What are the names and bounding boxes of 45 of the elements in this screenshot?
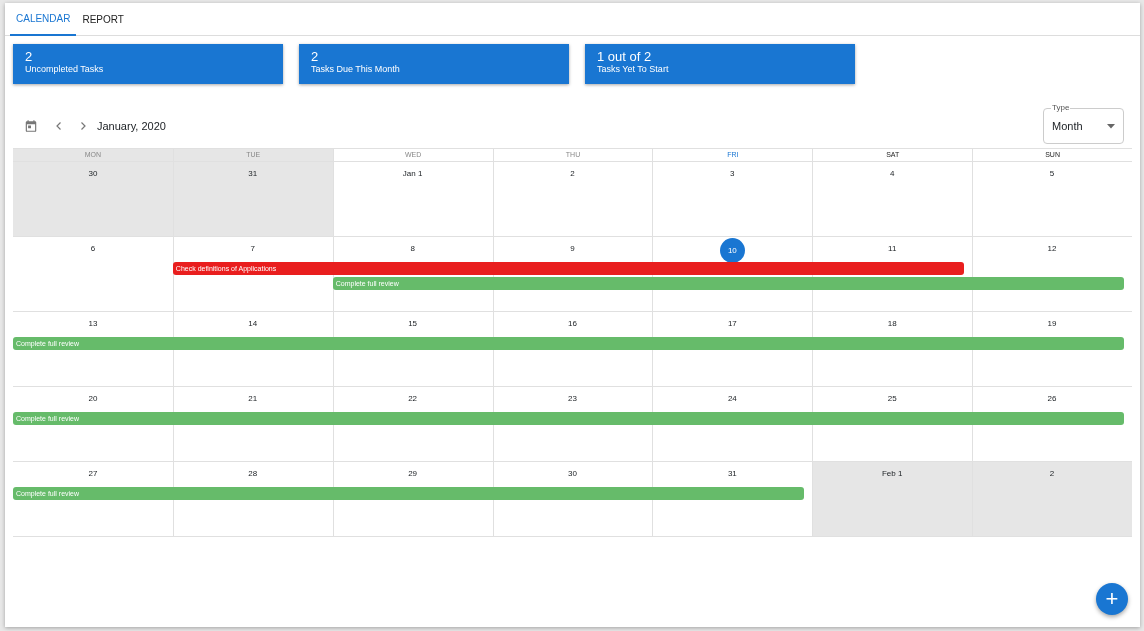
day-number[interactable]: Feb 1 (881, 467, 903, 481)
day-number[interactable]: 2 (1045, 467, 1060, 481)
day-number[interactable]: 14 (245, 317, 260, 331)
day-number[interactable]: 27 (85, 467, 100, 481)
stat-value: 2 (311, 49, 320, 64)
day-number[interactable]: Jan 1 (402, 167, 423, 181)
day-number[interactable]: 16 (565, 317, 580, 331)
day-number[interactable]: 30 (85, 167, 100, 181)
day-number[interactable]: 6 (85, 242, 100, 256)
day-number[interactable]: 28 (245, 467, 260, 481)
day-number[interactable]: 21 (245, 392, 260, 406)
stat-label: Uncompleted Tasks (25, 64, 105, 75)
day-number[interactable]: 13 (85, 317, 100, 331)
day-number[interactable]: 8 (405, 242, 420, 256)
day-number[interactable]: 7 (245, 242, 260, 256)
day-number[interactable]: 31 (725, 467, 740, 481)
day-number[interactable]: 18 (885, 317, 900, 331)
day-number[interactable]: 3 (725, 167, 740, 181)
dropdown-caret-icon (1107, 123, 1115, 129)
add-button[interactable]: + (1096, 583, 1128, 615)
day-number[interactable]: 15 (405, 317, 420, 331)
stat-label: Tasks Yet To Start (597, 64, 670, 75)
day-number[interactable]: 30 (565, 467, 580, 481)
day-number[interactable]: 31 (245, 167, 260, 181)
stat-label: Tasks Due This Month (311, 64, 401, 75)
day-number[interactable]: 2 (565, 167, 580, 181)
tab[interactable]: CALENDAR (10, 3, 77, 36)
day-number[interactable]: 29 (405, 467, 420, 481)
tab[interactable]: REPORT (76, 3, 130, 36)
day-number[interactable]: 26 (1045, 392, 1060, 406)
stat-value: 1 out of 2 (597, 49, 653, 64)
month-title: January, 2020 (97, 118, 166, 134)
day-number[interactable]: 12 (1045, 242, 1060, 256)
day-number[interactable]: 19 (1045, 317, 1060, 331)
day-number[interactable]: 23 (565, 392, 580, 406)
stat-value: 2 (25, 49, 34, 64)
day-number[interactable]: 5 (1045, 167, 1060, 181)
day-number[interactable]: 9 (565, 242, 580, 256)
day-number[interactable]: 11 (885, 242, 900, 256)
day-number[interactable]: 24 (725, 392, 740, 406)
day-number[interactable]: 4 (885, 167, 900, 181)
day-number[interactable]: 20 (85, 392, 100, 406)
day-number[interactable]: 22 (405, 392, 420, 406)
day-number[interactable]: 17 (725, 317, 740, 331)
day-number[interactable]: 25 (885, 392, 900, 406)
